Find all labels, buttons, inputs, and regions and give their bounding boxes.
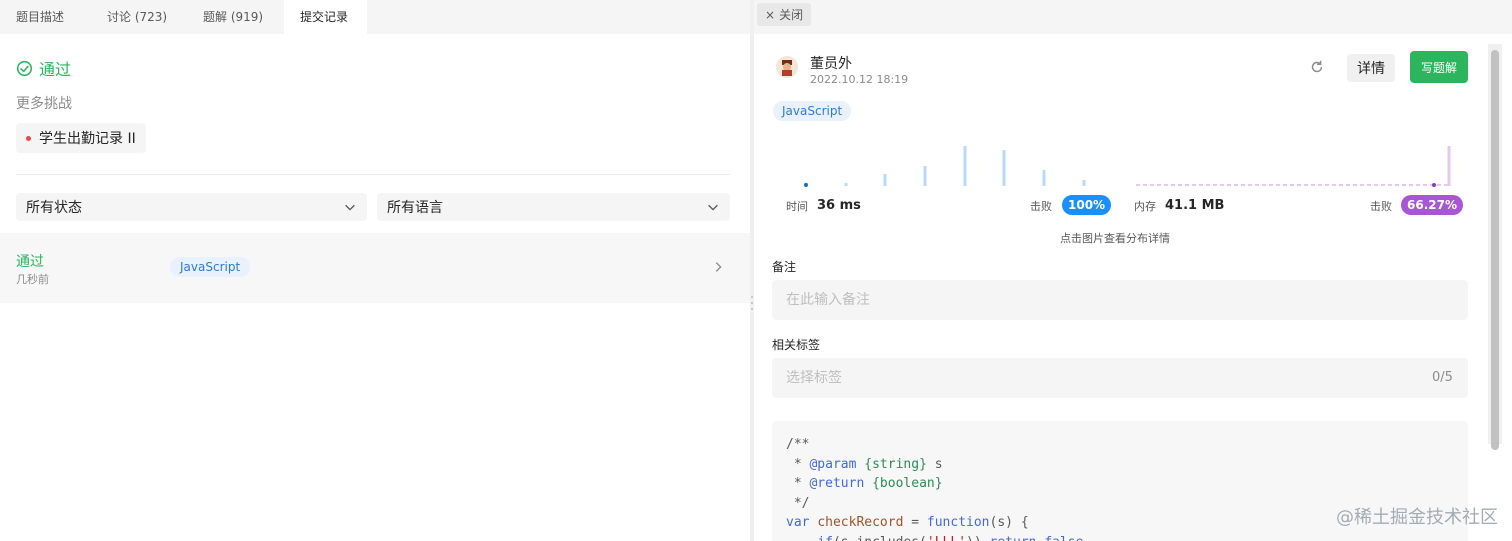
- chevron-down-icon: [345, 204, 355, 211]
- close-label: 关闭: [779, 8, 804, 22]
- time-beat-badge: 100%: [1062, 195, 1112, 215]
- right-tab-bar: [754, 0, 1512, 34]
- code-line: /**: [786, 437, 810, 452]
- divider: [16, 174, 730, 175]
- challenge-item[interactable]: 学生出勤记录 II: [16, 123, 146, 153]
- time-value: 36 ms: [817, 198, 861, 213]
- more-challenges-label: 更多挑战: [16, 96, 72, 112]
- runtime-distribution-chart[interactable]: [804, 146, 1086, 187]
- watermark-text: @稀土掘金技术社区: [1336, 507, 1498, 528]
- memory-beat-label: 击败: [1370, 200, 1392, 213]
- tags-count: 0/5: [1432, 370, 1453, 385]
- submission-date: 2022.10.12 18:19: [810, 73, 909, 86]
- tab-submissions[interactable]: 提交记录: [284, 0, 367, 34]
- notes-label: 备注: [772, 260, 797, 274]
- submission-status: 通过: [16, 254, 44, 270]
- chart-hint: 点击图片查看分布详情: [1060, 232, 1170, 245]
- tab-bar: 题目描述 讨论 (723) 题解 (919) 提交记录: [0, 0, 750, 34]
- status-filter-value: 所有状态: [26, 200, 82, 216]
- write-solution-button[interactable]: 写题解: [1410, 51, 1468, 83]
- distribution-charts[interactable]: [776, 128, 1476, 192]
- tab-description[interactable]: 题目描述: [0, 0, 80, 34]
- status-filter-select[interactable]: 所有状态: [16, 193, 367, 221]
- difficulty-dot: [26, 135, 31, 141]
- language-filter-value: 所有语言: [387, 200, 443, 216]
- left-panel: 题目描述 讨论 (723) 题解 (919) 提交记录 通过 更多挑战 学生出勤…: [0, 0, 750, 541]
- scrollbar-thumb[interactable]: [1491, 50, 1499, 450]
- memory-value: 41.1 MB: [1165, 198, 1225, 213]
- submission-language-badge: JavaScript: [170, 257, 251, 277]
- close-icon: ×: [765, 7, 776, 22]
- user-name[interactable]: 董员外: [810, 53, 852, 73]
- memory-beat-badge: 66.27%: [1401, 195, 1463, 215]
- scrollbar[interactable]: [1488, 44, 1502, 450]
- language-filter-select[interactable]: 所有语言: [377, 193, 730, 221]
- result-title: 通过: [16, 56, 71, 80]
- check-circle-icon: [16, 60, 33, 76]
- language-tag: JavaScript: [773, 101, 852, 121]
- time-label: 时间: [786, 200, 808, 213]
- memory-distribution-chart[interactable]: [1136, 146, 1451, 187]
- avatar[interactable]: [776, 56, 798, 78]
- tags-label: 相关标签: [772, 338, 821, 352]
- tags-select[interactable]: [772, 358, 1468, 398]
- result-title-text: 通过: [39, 60, 72, 79]
- close-button[interactable]: × 关闭: [757, 3, 812, 26]
- tab-discussion[interactable]: 讨论 (723): [91, 0, 183, 34]
- code-line: * @param {string} s: [786, 456, 943, 472]
- time-beat-label: 击败: [1030, 200, 1052, 213]
- detail-button[interactable]: 详情: [1347, 54, 1395, 82]
- code-line: if(s.includes('LLL')) return false: [786, 533, 1454, 541]
- challenge-item-label: 学生出勤记录 II: [39, 131, 136, 147]
- submission-row[interactable]: 通过 几秒前 JavaScript: [0, 233, 750, 303]
- avatar-image: [776, 56, 798, 78]
- memory-label: 内存: [1134, 200, 1156, 213]
- code-line: * @return {boolean}: [786, 476, 943, 491]
- submission-time: 几秒前: [16, 273, 49, 286]
- notes-input[interactable]: [772, 280, 1468, 320]
- chevron-down-icon: [708, 204, 718, 211]
- refresh-icon[interactable]: [1308, 58, 1326, 76]
- tab-solutions[interactable]: 题解 (919): [187, 0, 279, 34]
- chevron-right-icon: [715, 262, 722, 272]
